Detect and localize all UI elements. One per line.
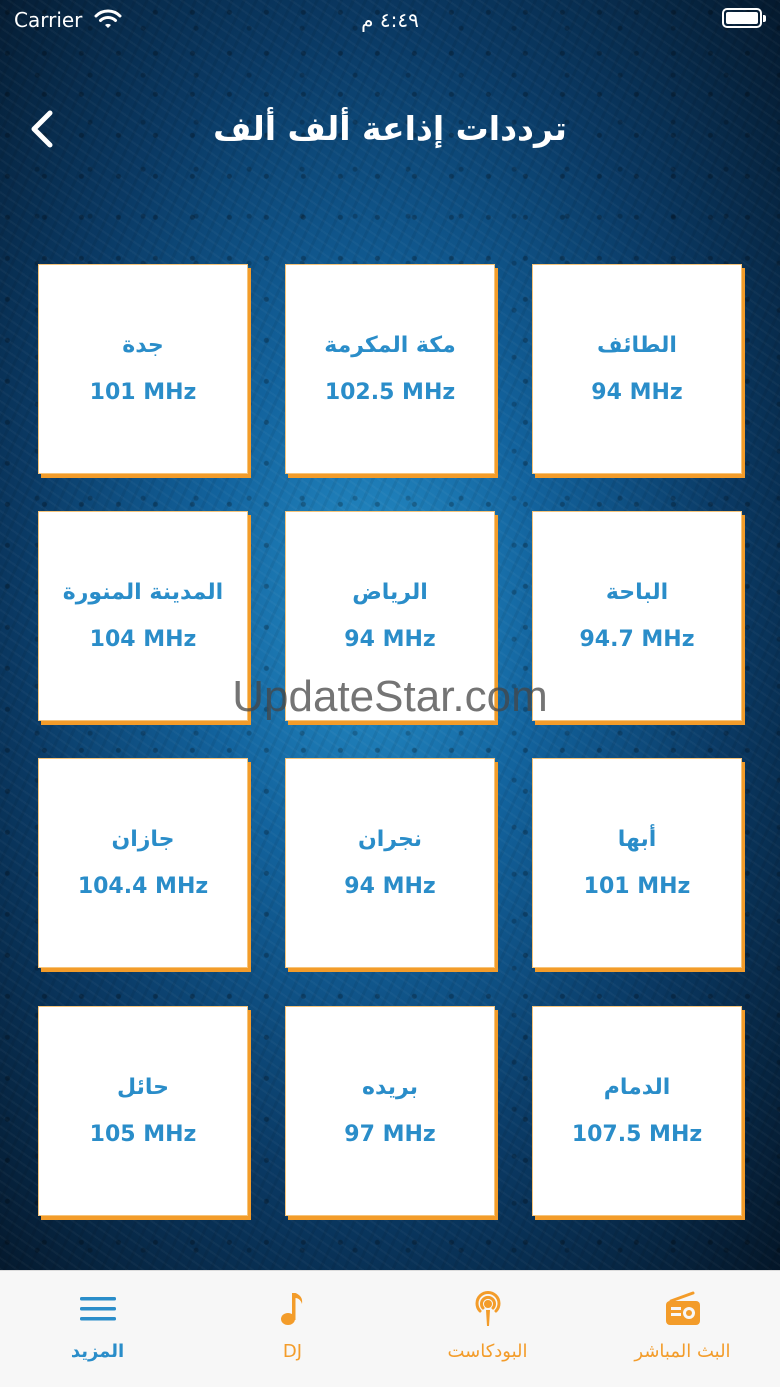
station-card-abha[interactable]: أبها 101 MHz	[532, 758, 742, 968]
station-card-taif[interactable]: الطائف 94 MHz	[532, 264, 742, 474]
station-card-hail[interactable]: حائل 105 MHz	[38, 1006, 248, 1216]
station-frequency: 101 MHz	[583, 874, 691, 899]
station-frequency: 107.5 MHz	[571, 1122, 703, 1147]
station-city: الباحة	[605, 580, 669, 605]
tab-podcast[interactable]: البودكاست	[390, 1271, 585, 1387]
station-frequency: 94 MHz	[344, 874, 436, 899]
station-city: الرياض	[352, 580, 428, 605]
station-city: مكة المكرمة	[324, 333, 456, 358]
station-city: المدينة المنورة	[62, 580, 224, 605]
station-grid: جدة 101 MHz مكة المكرمة 102.5 MHz الطائف…	[0, 0, 780, 1270]
podcast-icon	[475, 1291, 500, 1326]
station-frequency: 94 MHz	[591, 380, 683, 405]
station-city: الدمام	[603, 1075, 671, 1100]
watermark: UpdateStar.com	[232, 672, 548, 721]
tab-bar: المزيد DJ البودكاست البث المباشر	[0, 1270, 780, 1387]
tab-dj[interactable]: DJ	[195, 1271, 390, 1387]
tab-label: البث المباشر	[634, 1341, 731, 1362]
station-city: حائل	[116, 1075, 169, 1100]
station-city: أبها	[617, 827, 657, 852]
menu-icon	[79, 1297, 116, 1321]
radio-icon	[665, 1291, 700, 1325]
station-city: جازان	[111, 827, 175, 852]
station-city: الطائف	[597, 333, 677, 358]
tab-label: DJ	[282, 1341, 303, 1362]
station-frequency: 97 MHz	[344, 1122, 436, 1147]
station-frequency: 104 MHz	[89, 627, 197, 652]
station-frequency: 102.5 MHz	[324, 380, 456, 405]
station-city: جدة	[122, 333, 164, 358]
tab-live[interactable]: البث المباشر	[585, 1271, 780, 1387]
station-card-makkah[interactable]: مكة المكرمة 102.5 MHz	[285, 264, 495, 474]
station-frequency: 105 MHz	[89, 1122, 197, 1147]
station-city: نجران	[357, 827, 423, 852]
station-card-buraidah[interactable]: بريده 97 MHz	[285, 1006, 495, 1216]
tab-label: المزيد	[70, 1341, 125, 1362]
station-card-jazan[interactable]: جازان 104.4 MHz	[38, 758, 248, 968]
station-card-najran[interactable]: نجران 94 MHz	[285, 758, 495, 968]
tab-label: البودكاست	[447, 1341, 528, 1362]
station-card-jeddah[interactable]: جدة 101 MHz	[38, 264, 248, 474]
station-city: بريده	[362, 1075, 418, 1100]
tab-more[interactable]: المزيد	[0, 1271, 195, 1387]
station-frequency: 94.7 MHz	[579, 627, 695, 652]
station-frequency: 104.4 MHz	[77, 874, 209, 899]
music-note-icon	[280, 1293, 302, 1325]
station-frequency: 101 MHz	[89, 380, 197, 405]
station-frequency: 94 MHz	[344, 627, 436, 652]
station-card-dammam[interactable]: الدمام 107.5 MHz	[532, 1006, 742, 1216]
